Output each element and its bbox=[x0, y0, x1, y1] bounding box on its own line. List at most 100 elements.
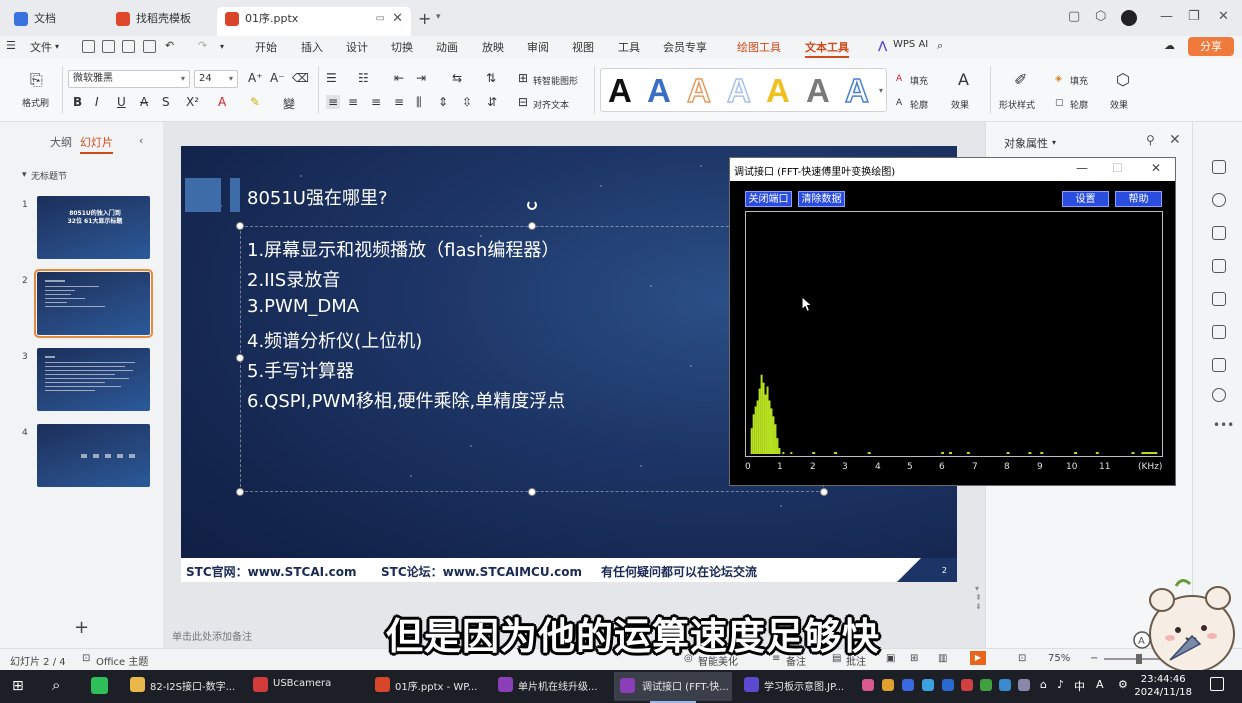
tray-app-icon[interactable] bbox=[862, 679, 874, 691]
bold-icon[interactable]: B bbox=[73, 95, 82, 109]
fit-icon[interactable]: ⊡ bbox=[1018, 653, 1026, 664]
cloud-upload-icon[interactable]: ☁ bbox=[1164, 39, 1175, 52]
paragraph-spacing-icon[interactable]: ⇳ bbox=[462, 95, 472, 109]
shape-outline-icon[interactable]: ▢ bbox=[1055, 98, 1064, 108]
settings-icon[interactable]: ⚙ bbox=[1118, 678, 1128, 691]
text-fill-label[interactable]: 填充 bbox=[910, 74, 928, 87]
help-button[interactable]: 帮助 bbox=[1115, 191, 1162, 207]
resize-handle[interactable] bbox=[236, 222, 244, 230]
play-slideshow-icon[interactable]: ▶ bbox=[970, 651, 986, 665]
art-style-gray[interactable]: A bbox=[806, 72, 830, 110]
maximize-icon[interactable]: ☐ bbox=[1112, 161, 1123, 175]
shape-style-label[interactable]: 形状样式 bbox=[999, 98, 1035, 111]
network-icon[interactable]: ⌂ bbox=[1040, 678, 1047, 691]
format-painter-icon[interactable]: ⎘ bbox=[30, 70, 43, 90]
art-style-black[interactable]: A bbox=[608, 72, 632, 110]
minimize-icon[interactable]: — bbox=[1160, 9, 1173, 24]
smart-graphic-label[interactable]: 转智能图形 bbox=[533, 74, 578, 87]
decrease-indent-icon[interactable]: ⇤ bbox=[394, 71, 404, 85]
wechat-icon[interactable] bbox=[91, 677, 108, 694]
clear-data-button[interactable]: 清除数据 bbox=[798, 191, 845, 207]
superscript-icon[interactable]: X² bbox=[186, 95, 199, 109]
minimize-icon[interactable]: — bbox=[1076, 161, 1088, 175]
text-effect-icon[interactable]: A bbox=[958, 70, 969, 89]
resize-handle[interactable] bbox=[820, 488, 828, 496]
bullet-list-icon[interactable]: ☰ bbox=[326, 71, 337, 85]
justify-icon[interactable]: ≡ bbox=[394, 95, 404, 109]
more-icon[interactable]: ••• bbox=[1213, 418, 1234, 432]
theme-name[interactable]: Office 主题 bbox=[96, 653, 148, 668]
align-center-icon[interactable]: ≡ bbox=[348, 95, 358, 109]
slide-thumbnail-3[interactable] bbox=[37, 348, 150, 411]
tray-app-icon[interactable] bbox=[999, 679, 1011, 691]
shirt-icon[interactable] bbox=[1212, 358, 1226, 372]
hamburger-icon[interactable]: ☰ bbox=[6, 39, 16, 52]
shape-effect-icon[interactable]: ⬡ bbox=[1116, 70, 1130, 89]
system-clock[interactable]: 23:44:46 2024/11/18 bbox=[1134, 673, 1192, 699]
taskbar-item-image[interactable]: 学习板示意图.JP... bbox=[744, 677, 844, 693]
volume-icon[interactable]: ♪ bbox=[1057, 678, 1064, 691]
bullet-item[interactable]: 2.IIS录放音 bbox=[247, 266, 340, 292]
slide-thumbnail-2[interactable] bbox=[34, 269, 153, 338]
tab-templates[interactable]: 找稻壳模板 bbox=[108, 7, 212, 31]
increase-font-icon[interactable]: A⁺ bbox=[248, 71, 263, 85]
art-style-blue[interactable]: A bbox=[647, 72, 671, 110]
print-preview-icon[interactable] bbox=[143, 40, 156, 53]
save-icon[interactable] bbox=[82, 40, 95, 53]
text-fill-icon[interactable]: A bbox=[896, 74, 902, 84]
image-icon[interactable] bbox=[1212, 259, 1226, 273]
close-tab-icon[interactable]: ✕ bbox=[392, 7, 403, 31]
undo-icon[interactable]: ↶ bbox=[165, 39, 174, 52]
menu-wps-ai[interactable]: WPS AI bbox=[893, 39, 928, 50]
help-icon[interactable] bbox=[1212, 388, 1226, 402]
italic-icon[interactable]: I bbox=[95, 95, 99, 109]
align-left-icon[interactable]: ≡ bbox=[326, 95, 341, 109]
tray-app-icon[interactable] bbox=[922, 679, 934, 691]
copy-icon[interactable] bbox=[1212, 226, 1226, 240]
redo-icon[interactable]: ↷ bbox=[198, 39, 207, 52]
close-window-icon[interactable]: ✕ bbox=[1218, 9, 1229, 24]
section-toggle-icon[interactable]: ▾ bbox=[22, 170, 27, 180]
align-text-icon[interactable]: ⊟ bbox=[518, 95, 528, 109]
pin-icon[interactable]: ⚲ bbox=[1146, 133, 1155, 147]
taskbar-item-fft[interactable]: 调试接口 (FFT-快... bbox=[614, 672, 732, 701]
font-size-select[interactable]: 24 ▾ bbox=[194, 70, 238, 88]
chevron-down-icon[interactable]: ▾ bbox=[436, 12, 441, 22]
menu-insert[interactable]: 插入 bbox=[301, 39, 323, 55]
menu-member[interactable]: 会员专享 bbox=[663, 39, 707, 55]
resize-handle[interactable] bbox=[528, 222, 536, 230]
strikethrough-icon[interactable]: A bbox=[140, 95, 148, 109]
chevron-down-icon[interactable]: ▾ bbox=[1052, 138, 1056, 147]
menu-drawing-tools[interactable]: 绘图工具 bbox=[737, 39, 781, 55]
tray-app-icon[interactable] bbox=[961, 679, 973, 691]
shape-effect-label[interactable]: 效果 bbox=[1110, 98, 1128, 111]
number-list-icon[interactable]: ☷ bbox=[358, 71, 369, 85]
slide-thumbnail-4[interactable] bbox=[37, 424, 150, 487]
menu-animation[interactable]: 动画 bbox=[436, 39, 458, 55]
menu-text-tools[interactable]: 文本工具 bbox=[805, 39, 849, 58]
shape-outline-label[interactable]: 轮廓 bbox=[1070, 98, 1088, 111]
taskbar-item-usbcamera[interactable]: USBcamera bbox=[253, 677, 331, 692]
text-effect-label[interactable]: 效果 bbox=[951, 98, 969, 111]
menu-design[interactable]: 设计 bbox=[346, 39, 368, 55]
tab-outline[interactable]: 大纲 bbox=[50, 134, 72, 150]
menu-view[interactable]: 视图 bbox=[572, 39, 594, 55]
art-style-gradient[interactable]: A bbox=[844, 71, 869, 110]
section-title[interactable]: 无标题节 bbox=[31, 169, 67, 182]
bullet-item[interactable]: 4.频谱分析仪(上位机) bbox=[247, 327, 422, 353]
properties-icon[interactable] bbox=[1212, 160, 1226, 174]
collapse-panel-icon[interactable]: ‹ bbox=[139, 134, 143, 147]
bullet-item[interactable]: 5.手写计算器 bbox=[247, 357, 354, 383]
art-style-light-blue[interactable]: A bbox=[726, 71, 751, 110]
tray-app-icon[interactable] bbox=[902, 679, 914, 691]
smart-graphic-icon[interactable]: ⊞ bbox=[518, 71, 528, 85]
sort-icon[interactable]: ⇅ bbox=[486, 71, 496, 85]
font-color-icon[interactable]: A bbox=[218, 95, 226, 109]
menu-home[interactable]: 开始 bbox=[255, 39, 277, 55]
text-outline-icon[interactable]: A bbox=[896, 98, 902, 108]
spacing-icon[interactable]: ⇵ bbox=[487, 95, 497, 109]
new-tab-button[interactable]: + bbox=[418, 9, 431, 28]
chevron-down-icon[interactable]: ▾ bbox=[220, 42, 224, 51]
text-outline-label[interactable]: 轮廓 bbox=[910, 98, 928, 111]
menu-review[interactable]: 审阅 bbox=[527, 39, 549, 55]
